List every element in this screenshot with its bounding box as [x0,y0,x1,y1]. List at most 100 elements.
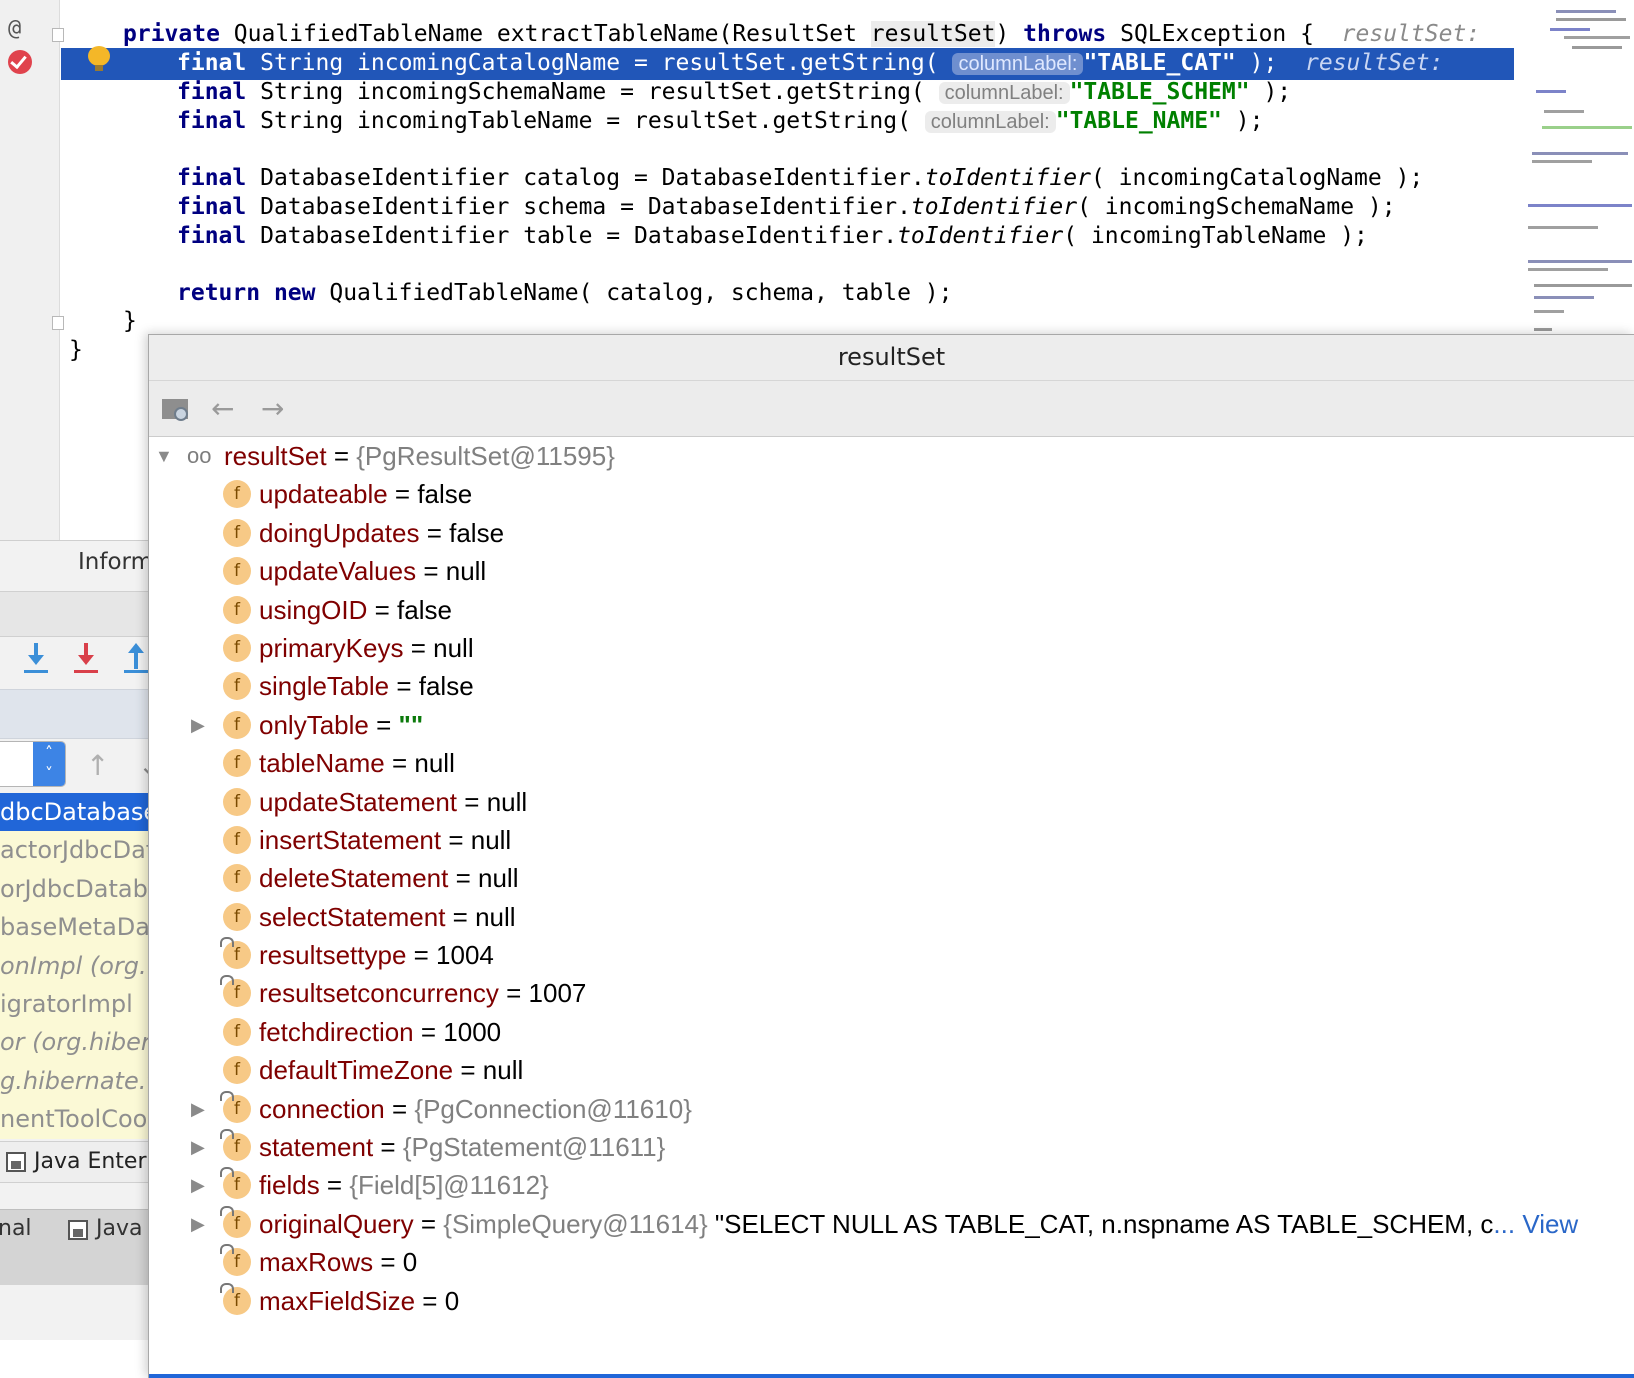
field-row[interactable]: f maxFieldSize = 0 [149,1282,1634,1320]
field-value: {Field[5]@11612} [349,1170,549,1201]
code-line-schema: final String incomingSchemaName = result… [177,79,1292,105]
method-close-brace: } [123,308,137,334]
field-icon: f [220,1205,251,1238]
param-hint: columnLabel: [938,82,1070,104]
code-line-table: final String incomingTableName = resultS… [177,108,1264,134]
field-icon: f [220,1282,251,1315]
stack-frame-label: dbcDatabase [0,798,150,826]
tab-terminal[interactable]: nal [0,1216,32,1241]
view-link[interactable]: View [1522,1209,1578,1239]
field-name: resultsetconcurrency [259,978,499,1009]
field-icon: f [223,633,251,662]
field-row[interactable]: f usingOID = false [149,591,1634,629]
expand-triangle-icon[interactable]: ▶ [191,1166,205,1204]
param-hint: columnLabel: [924,111,1056,133]
expand-triangle-icon[interactable]: ▶ [191,706,205,744]
frames-header [0,689,150,739]
stack-frame-item[interactable]: igratorImpl [0,984,150,1024]
override-annotation-icon[interactable]: @ [8,16,21,41]
field-row[interactable]: f updateValues = null [149,552,1634,590]
expand-triangle-icon[interactable]: ▶ [191,1205,205,1243]
field-icon: f [220,1244,251,1277]
field-row[interactable]: ▶ f statement = {PgStatement@11611} [149,1128,1634,1166]
field-icon: f [223,710,251,739]
stack-frame-item[interactable]: or (org.hiber [0,1023,150,1062]
field-row[interactable]: f resultsetconcurrency = 1007 [149,974,1634,1012]
field-name: connection [259,1093,385,1124]
stack-frame-item[interactable]: onImpl (org. [0,946,150,985]
root-variable-name: resultSet [224,441,327,471]
field-row[interactable]: f resultsettype = 1004 [149,936,1634,974]
field-row[interactable]: f updateable = false [149,475,1634,513]
field-icon: f [223,825,251,854]
force-step-into-icon[interactable] [74,643,98,673]
field-row[interactable]: f selectStatement = null [149,898,1634,936]
field-row[interactable]: f fetchdirection = 1000 [149,1013,1634,1051]
expand-triangle-icon[interactable]: ▶ [191,1090,205,1128]
field-icon: f [220,937,251,970]
field-row[interactable]: f defaultTimeZone = null [149,1051,1634,1089]
field-row[interactable]: f deleteStatement = null [149,859,1634,897]
field-string-preview: "SELECT NULL AS TABLE_CAT, n.nspname AS … [707,1208,1494,1239]
field-icon: f [220,1167,251,1200]
variable-tree[interactable]: ▼ oo resultSet = {PgResultSet@11595} f up… [149,437,1634,1320]
field-row[interactable]: f insertStatement = null [149,821,1634,859]
field-icon: f [223,749,251,778]
field-value: false [397,594,452,625]
thread-selector[interactable]: ˄ ˅ [0,741,66,787]
field-row[interactable]: ▶ f fields = {Field[5]@11612} [149,1166,1634,1204]
field-value: null [475,901,516,932]
inspect-frame-icon[interactable] [162,397,192,421]
field-name: updateStatement [259,786,458,817]
code-editor[interactable]: private QualifiedTableName extractTableN… [61,0,1511,363]
field-name: doingUpdates [259,517,420,548]
field-value: false [418,671,474,702]
class-close-brace: } [69,337,83,363]
java-enterprise-icon [6,1152,26,1172]
stack-frame-label: g.hibernate.t [0,1066,150,1095]
up-arrow-icon[interactable]: ↑ [86,749,109,782]
field-name: deleteStatement [259,863,449,894]
field-row[interactable]: f maxRows = 0 [149,1243,1634,1281]
field-row[interactable]: ▶ f connection = {PgConnection@11610} [149,1090,1634,1128]
field-icon: f [220,975,251,1008]
field-row[interactable]: f tableName = null [149,744,1634,782]
field-row[interactable]: ▶ f onlyTable = "" [149,706,1634,744]
field-value: "" [398,709,424,740]
field-name: maxRows [259,1247,374,1278]
stack-frame-item[interactable]: g.hibernate.t [0,1061,150,1101]
variable-inspect-popup[interactable]: resultSet ← → ▼ oo resultSet = {PgResult… [148,334,1634,1378]
field-value: null [470,824,512,855]
stack-frame-item[interactable]: actorJdbcDat [0,831,150,870]
field-name: onlyTable [259,709,369,740]
collapse-triangle-icon[interactable]: ▼ [155,437,173,475]
field-icon: f [223,902,251,931]
stack-frame-item[interactable]: nentToolCoo [0,1100,150,1139]
tab-java-enterprise[interactable]: Java Enterp [34,1149,150,1174]
field-name: selectStatement [259,901,446,932]
field-row[interactable]: f updateStatement = null [149,783,1634,821]
expand-triangle-icon[interactable]: ▶ [191,1128,205,1166]
editor-gutter[interactable]: @ [0,0,64,560]
debug-tool-window: Inform ˄˅ ↑ ↓ dbcDatabaseactorJdbcDatorJ… [0,540,150,1340]
step-out-icon[interactable] [124,643,148,673]
breakpoint-icon[interactable] [8,50,32,74]
field-row[interactable]: ▶ f originalQuery = {SimpleQuery@11614} "S… [149,1205,1634,1243]
stack-frame-item[interactable]: dbcDatabase [0,793,150,832]
field-row[interactable]: f doingUpdates = false [149,514,1634,552]
chevron-updown-icon[interactable]: ˄ ˅ [33,742,65,786]
back-arrow-icon[interactable]: ← [211,395,234,423]
stack-frame-item[interactable]: orJdbcDataba [0,869,150,909]
step-into-icon[interactable] [24,643,48,673]
field-icon: f [223,672,251,701]
forward-arrow-icon[interactable]: → [261,395,284,423]
frames-list[interactable]: dbcDatabase actorJdbcDat orJdbcDataba baseM… [0,793,150,1139]
code-line-ident-schema: final DatabaseIdentifier schema = Databa… [177,194,1396,220]
field-row[interactable]: f singleTable = false [149,667,1634,705]
field-row[interactable]: f primaryKeys = null [149,629,1634,667]
tab-java[interactable]: Java [96,1216,142,1241]
tree-root-row[interactable]: ▼ oo resultSet = {PgResultSet@11595} [149,437,1634,475]
stack-frame-item[interactable]: baseMetaDat [0,908,150,947]
field-value: false [417,479,473,510]
code-minimap[interactable] [1514,0,1634,345]
